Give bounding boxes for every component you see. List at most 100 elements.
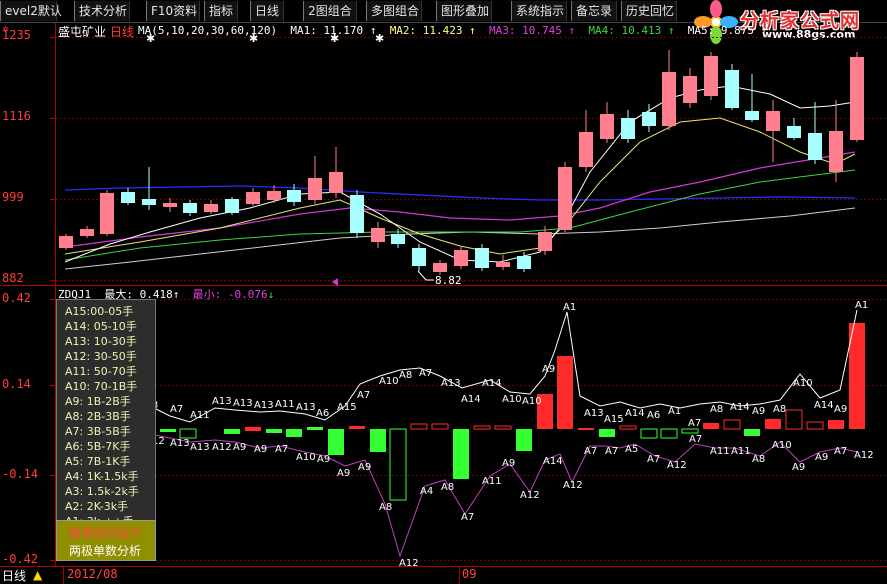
candle-body — [621, 118, 635, 139]
price-chart[interactable]: ✱ ✱ ✱ ✱ — [0, 22, 887, 286]
indicator-label: A13 — [441, 378, 461, 389]
indicator-label: A8 — [379, 502, 392, 513]
indicator-label: A11 — [731, 446, 751, 457]
indicator-label: A14 — [461, 394, 481, 405]
candle-body — [267, 191, 281, 200]
volume-bar — [328, 429, 344, 455]
credit-box: 傲雪迎风设计 两极单数分析 — [56, 520, 156, 561]
indicator-label: A6 — [647, 410, 660, 421]
toolbar-history-button[interactable]: 历史回忆 — [621, 1, 677, 21]
ma-values-row: MA(5,10,20,30,60,120) MA1: 11.170 ↑ MA2:… — [138, 24, 768, 37]
ma1-value: MA1: 11.170 — [290, 24, 364, 37]
indicator-label: A9 — [834, 404, 847, 415]
indicator-label: A7 — [834, 446, 847, 457]
indicator-label: A9 — [337, 468, 350, 479]
date-label: 09 — [462, 567, 477, 581]
legend-item: A8: 2B-3B手 — [65, 410, 131, 423]
candle-body — [662, 72, 676, 126]
candle-body — [745, 111, 759, 120]
volume-bar — [640, 428, 658, 439]
indicator-label: A13 — [254, 400, 274, 411]
ma-spec: MA(5,10,20,30,60,120) — [138, 24, 278, 37]
volume-bar — [849, 323, 865, 429]
volume-bar — [765, 419, 781, 429]
indicator-label: A13 — [212, 396, 232, 407]
indicator-label: A7 — [419, 368, 432, 379]
stock-name: 盛屯矿业 — [58, 25, 107, 39]
candle-body — [433, 263, 447, 272]
volume-bar — [431, 423, 449, 430]
date-label: 2012/08 — [67, 567, 118, 581]
period-name: 日线 — [109, 25, 134, 39]
indicator-label: A10 — [522, 396, 542, 407]
indicator-label: A15 — [604, 414, 624, 425]
indicator-axis-label: -0.42 — [2, 552, 39, 566]
candle-body — [391, 234, 405, 244]
toolbar-2chart-button[interactable]: 2图组合 — [303, 1, 357, 21]
toolbar-scheme-button[interactable]: evel2默认 — [0, 1, 62, 21]
indicator-label: A8 — [441, 482, 454, 493]
candle-body — [579, 132, 593, 167]
header-row: ✲ — [2, 22, 9, 35]
toolbar-indicator-button[interactable]: 指标 — [204, 1, 238, 21]
volume-bar — [307, 427, 323, 430]
cursor-marker-icon — [332, 278, 338, 286]
volume-bar — [245, 427, 261, 431]
corner-icon: ✲ — [2, 22, 9, 35]
volume-bar — [160, 429, 176, 432]
candle-body — [850, 57, 864, 140]
indicator-label: A12 — [667, 460, 687, 471]
legend-item: A11: 50-70手 — [65, 365, 137, 378]
indicator-axis-label: 0.42 — [2, 291, 31, 305]
candle-body — [454, 250, 468, 266]
stock-title-row: 盛屯矿业 日线 — [58, 23, 134, 40]
price-axis-label: 882 — [2, 271, 24, 285]
candle-body — [683, 76, 697, 103]
indicator-label: A12 — [212, 442, 232, 453]
indicator-label: A9 — [254, 444, 267, 455]
volume-bar — [828, 420, 844, 429]
toolbar-system-indicator-button[interactable]: 系统指示 — [511, 1, 567, 21]
indicator-label: A7 — [605, 446, 618, 457]
indicator-label: A12 — [520, 490, 540, 501]
credit-author: 傲雪迎风设计 — [69, 526, 142, 540]
indicator-label: A10 — [379, 376, 399, 387]
indicator-label: A14 — [814, 400, 834, 411]
toolbar-overlay-button[interactable]: 图形叠加 — [436, 1, 492, 21]
indicator-min: 最小: -0.076 — [192, 288, 268, 301]
triangle-up-icon[interactable]: ▲ — [33, 568, 42, 582]
indicator-label: A9 — [815, 452, 828, 463]
indicator-label: A9 — [752, 406, 765, 417]
candle-body — [412, 248, 426, 266]
period-selector[interactable]: 日线 — [2, 567, 26, 584]
candle-body — [142, 199, 156, 205]
toolbar-tech-analysis-button[interactable]: 技术分析 — [74, 1, 130, 21]
toolbar-memo-button[interactable]: 备忘录 — [571, 1, 617, 21]
candle-body — [558, 167, 572, 230]
candle-body — [704, 56, 718, 96]
toolbar-daily-button[interactable]: 日线 — [250, 1, 284, 21]
indicator-label: A8 — [752, 454, 765, 465]
legend-item: A10: 70-1B手 — [65, 380, 138, 393]
ma2-value: MA2: 11.423 — [389, 24, 463, 37]
indicator-label: A1 — [563, 302, 576, 313]
legend-item: A13: 10-30手 — [65, 335, 137, 348]
volume-bar — [703, 423, 719, 429]
indicator-label: A13 — [296, 402, 316, 413]
indicator-label: A10 — [296, 452, 316, 463]
indicator-label: A13 — [584, 408, 604, 419]
candle-body — [350, 195, 364, 233]
toolbar-f10-button[interactable]: F10资料 — [146, 1, 200, 21]
toolbar-multichart-button[interactable]: 多图组合 — [366, 1, 422, 21]
indicator-label: A13 — [190, 442, 210, 453]
volume-bar — [681, 428, 699, 434]
indicator-label: A10 — [502, 394, 522, 405]
indicator-label: A12 — [854, 450, 874, 461]
candle-body — [371, 228, 385, 242]
indicator-label: A13 — [233, 398, 253, 409]
indicator-label: A14 — [625, 408, 645, 419]
legend-item: A14: 05-10手 — [65, 320, 137, 333]
candle-body — [538, 232, 552, 251]
volume-bar — [266, 429, 282, 433]
candle-body — [725, 70, 739, 108]
